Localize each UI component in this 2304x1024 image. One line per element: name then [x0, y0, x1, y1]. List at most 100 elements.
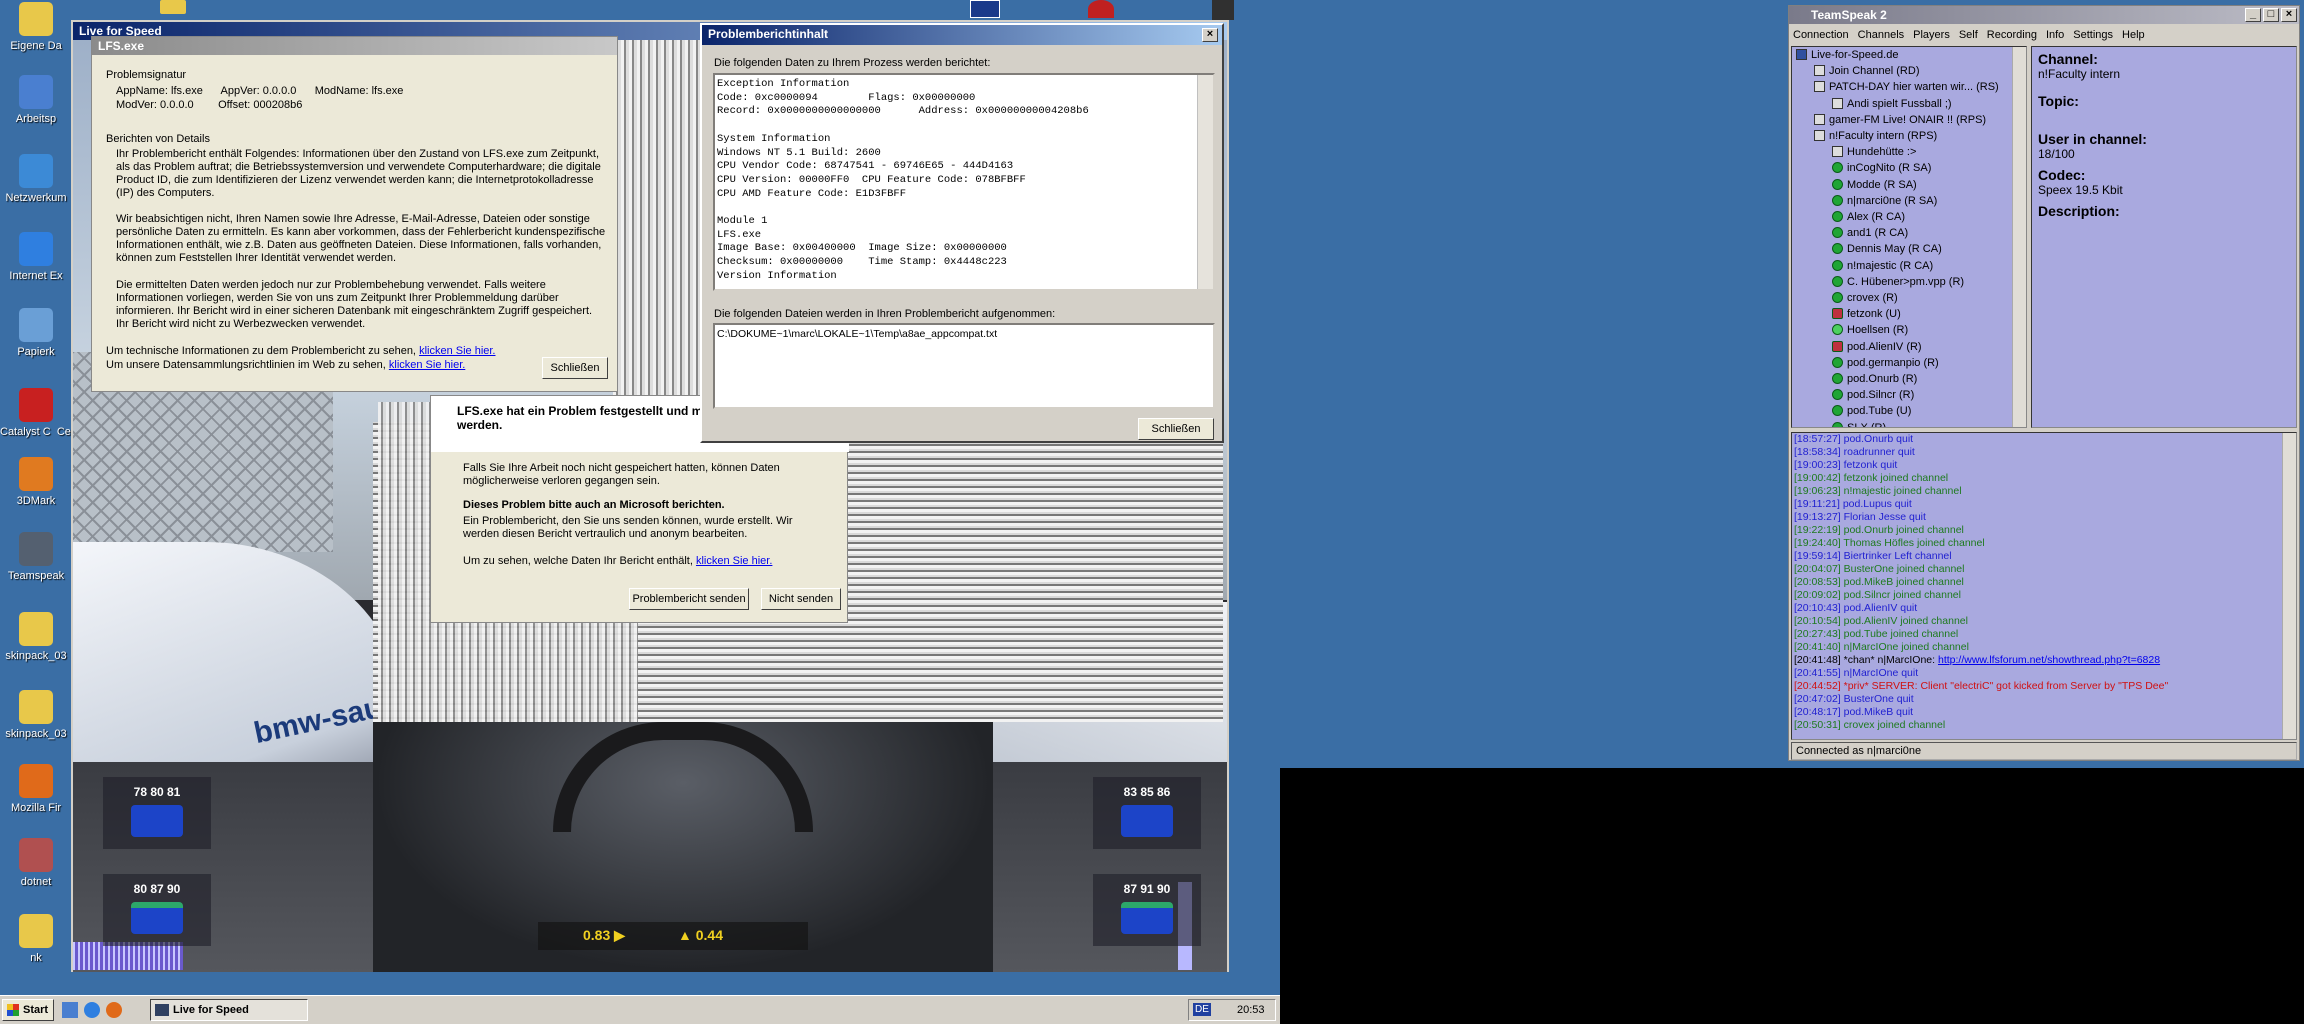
ts-tree-channel[interactable]: Andi spielt Fussball ;) [1832, 97, 1952, 114]
ts-menu-item[interactable]: Channels [1858, 26, 1904, 44]
ts-tree-label: pod.Silncr (R) [1847, 389, 1915, 402]
teamspeak-window[interactable]: TeamSpeak 2 _ □ × Connection Channels Play… [1788, 5, 2300, 761]
ts-tree-user[interactable]: n|marci0ne (R SA) [1832, 194, 1937, 211]
ts-tree-user[interactable]: Hoellsen (R) [1832, 324, 1908, 340]
ts-tree-user[interactable]: pod.Onurb (R) [1832, 373, 1917, 389]
ts-tree-user[interactable]: SLX (R) [1832, 421, 1887, 428]
ts-log-line: [19:22:19] pod.Onurb joined channel [1794, 524, 2294, 537]
report-close-button[interactable]: Schließen [1138, 418, 1214, 440]
report-close-icon[interactable]: × [1202, 28, 1218, 42]
desktop-icon[interactable]: Teamspeak [0, 530, 72, 606]
ts-tree-user[interactable]: Alex (R CA) [1832, 211, 1905, 227]
dont-send-button[interactable]: Nicht senden [761, 588, 841, 610]
ts-tree-label: fetzonk (U) [1847, 308, 1901, 321]
quicklaunch-firefox-icon[interactable] [106, 1002, 122, 1018]
top-app-icon-3[interactable] [1088, 0, 1114, 18]
task-lfs-button[interactable]: Live for Speed [150, 999, 308, 1021]
ts-menu-item[interactable]: Settings [2073, 26, 2113, 44]
ts-tree-user[interactable]: pod.AlienIV (R) [1832, 340, 1922, 357]
top-app-icon-1[interactable] [160, 0, 186, 14]
desktop-icon[interactable]: Netzwerkum [0, 152, 72, 228]
ts-channel-label: Channel: [2038, 51, 2098, 67]
ts-close-icon[interactable]: × [2281, 8, 2297, 22]
ts-maximize-icon[interactable]: □ [2263, 8, 2279, 22]
ts-menu-item[interactable]: Self [1959, 26, 1978, 44]
user-status-icon [1832, 324, 1843, 336]
channel-icon [1814, 130, 1825, 141]
ts-log-line: [20:41:48] *chan* n|MarcIOne: http://www… [1794, 654, 2294, 667]
ts-tree-label: SLX (R) [1847, 421, 1887, 428]
report-content-scrollbar[interactable] [1197, 75, 1213, 289]
ts-log-link[interactable]: http://www.lfsforum.net/showthread.php?t… [1938, 654, 2160, 666]
desktop-icon[interactable]: Catalyst C Cente [0, 386, 86, 462]
ts-tree-user[interactable]: inCogNito (R SA) [1832, 162, 1931, 178]
ts-tree-user[interactable]: Modde (R SA) [1832, 178, 1917, 195]
ts-tree-user[interactable]: pod.Silncr (R) [1832, 389, 1914, 405]
tyre-temp-rr: 87 91 90 [1123, 882, 1171, 896]
ts-menu-item[interactable]: Connection [1793, 26, 1849, 44]
lfs-details-dialog[interactable]: LFS.exe Problemsignatur AppName: lfs.exe… [91, 36, 618, 392]
ts-tree-label: Hundehütte :> [1847, 146, 1917, 159]
desktop-icon[interactable]: Papierk [0, 306, 72, 382]
desktop-icon[interactable]: dotnet [0, 836, 72, 912]
desktop-icon[interactable]: nk [0, 912, 72, 988]
quicklaunch-ie-icon[interactable] [84, 1002, 100, 1018]
ts-tree-channel[interactable]: Hundehütte :> [1832, 146, 1916, 162]
ts-tree-user[interactable]: pod.Tube (U) [1832, 405, 1911, 421]
ts-log-list: [18:57:27] pod.Onurb quit [18:58:34] road… [1794, 433, 2294, 732]
ts-minimize-icon[interactable]: _ [2245, 8, 2261, 22]
ts-log-scrollbar[interactable] [2282, 433, 2296, 739]
ts-tree-channel[interactable]: n!Faculty intern (RPS) [1814, 130, 1937, 146]
ts-tree-scrollbar[interactable] [2012, 47, 2026, 427]
ts-log-text: [20:08:53] pod.MikeB joined channel [1794, 576, 1964, 588]
report-content-window[interactable]: Problemberichtinhalt × Die folgenden Dat… [700, 23, 1224, 443]
language-indicator[interactable]: DE [1193, 1003, 1211, 1016]
report-content-box[interactable]: Exception Information Code: 0xc0000094 F… [713, 73, 1215, 291]
teamspeak-titlebar[interactable]: TeamSpeak 2 [1789, 6, 2299, 24]
send-report-button[interactable]: Problembericht senden [629, 588, 749, 610]
desktop-icon[interactable]: Mozilla Fir [0, 762, 72, 838]
report-file-path: C:\DOKUME~1\marc\LOKALE~1\Temp\a8ae_appc… [717, 328, 998, 340]
quicklaunch-desktop-icon[interactable] [62, 1002, 78, 1018]
task-lfs-label: Live for Speed [173, 1004, 249, 1016]
ts-menu-item[interactable]: Help [2122, 26, 2145, 44]
tech-info-text: Um technische Informationen zu dem Probl… [106, 345, 416, 357]
top-app-icon-2[interactable] [970, 0, 1000, 18]
ts-tree-channel[interactable]: Live-for-Speed.de [1796, 49, 1898, 65]
ts-tree-user[interactable]: fetzonk (U) [1832, 308, 1901, 324]
report-files-box[interactable]: C:\DOKUME~1\marc\LOKALE~1\Temp\a8ae_appc… [713, 323, 1215, 409]
ts-tree-user[interactable]: crovex (R) [1832, 292, 1898, 308]
top-app-icon-4[interactable] [1212, 0, 1234, 20]
tech-info-link[interactable]: klicken Sie hier. [419, 345, 495, 357]
ts-tree-channel[interactable]: Join Channel (RD) [1814, 65, 1919, 81]
ts-tree-user[interactable]: C. Hübener>pm.vpp (R) [1832, 275, 1964, 292]
ts-log-panel[interactable]: [18:57:27] pod.Onurb quit [18:58:34] road… [1791, 432, 2297, 740]
report-titlebar[interactable]: Problemberichtinhalt [702, 25, 1222, 45]
error-see-link[interactable]: klicken Sie hier. [696, 555, 772, 567]
desktop-icon[interactable]: 3DMark [0, 455, 72, 531]
ts-log-line: [20:47:02] BusterOne quit [1794, 693, 2294, 706]
tech-info-row: Um technische Informationen zu dem Probl… [106, 345, 496, 357]
user-status-icon [1832, 373, 1843, 384]
ts-channel-tree[interactable]: Live-for-Speed.de Join Channel (RD) PATCH-… [1791, 46, 2027, 428]
ts-tree-user[interactable]: pod.germanpio (R) [1832, 356, 1939, 373]
ts-menu-item[interactable]: Info [2046, 26, 2064, 44]
policy-link[interactable]: klicken Sie hier. [389, 359, 465, 371]
lfs-details-close-button[interactable]: Schließen [542, 357, 608, 379]
lfs-details-titlebar[interactable]: LFS.exe [92, 37, 617, 55]
ts-tree-user[interactable]: n!majestic (R CA) [1832, 259, 1933, 276]
ts-menu-item[interactable]: Recording [1987, 26, 2037, 44]
desktop-icon[interactable]: Eigene Da [0, 0, 72, 76]
ts-tree-user[interactable]: and1 (R CA) [1832, 227, 1908, 243]
taskbar: Start Live for Speed DE 20:53 [0, 995, 1280, 1024]
ts-tree-channel[interactable]: PATCH-DAY hier warten wir... (RS) [1814, 81, 1999, 97]
start-button[interactable]: Start [2, 999, 54, 1021]
ts-menu-item[interactable]: Players [1913, 26, 1950, 44]
ts-tree-user[interactable]: Dennis May (R CA) [1832, 243, 1942, 259]
ts-tree-channel[interactable]: gamer-FM Live! ONAIR !! (RPS) [1814, 113, 1986, 130]
desktop-icon[interactable]: Internet Ex [0, 230, 72, 306]
report-files-intro: Die folgenden Dateien werden in Ihren Pr… [714, 308, 1056, 320]
desktop-icon[interactable]: skinpack_03 [0, 610, 72, 686]
desktop-icon[interactable]: skinpack_03 [0, 688, 72, 764]
desktop-icon[interactable]: Arbeitsp [0, 73, 72, 149]
